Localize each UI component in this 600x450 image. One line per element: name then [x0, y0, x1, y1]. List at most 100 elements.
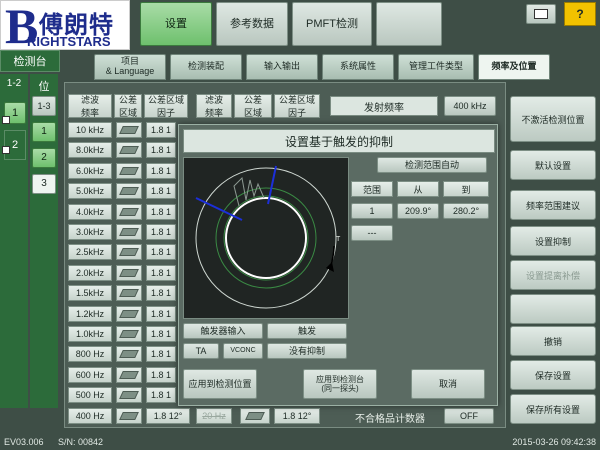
frequency-cell[interactable]: 6.0kHz [68, 163, 112, 179]
frequency-cell[interactable]: 600 Hz [68, 367, 112, 383]
green-ring-inner [223, 195, 309, 281]
tolerance-factor-cell[interactable]: 1.8 1 [146, 306, 176, 322]
tolerance-factor-cell[interactable]: 1.8 1 [146, 224, 176, 240]
tolerance-zone-cell[interactable] [116, 204, 142, 220]
position-item-3[interactable]: 3 [32, 174, 56, 194]
tolerance-zone-cell[interactable] [116, 142, 142, 158]
transmit-freq-value[interactable]: 400 kHz [444, 96, 496, 116]
tolerance-factor-cell[interactable]: 1.8 1 [146, 346, 176, 362]
tab-manage-part-types[interactable]: 管理工件类型 [398, 54, 474, 80]
tolerance-zone-cell[interactable] [116, 244, 142, 260]
range-row-index[interactable]: 1 [351, 203, 393, 219]
position-item-2[interactable]: 2 [32, 148, 56, 168]
checkbox-1-icon[interactable] [2, 116, 10, 124]
frequency-value: 2.0kHz [75, 268, 104, 278]
tolerance-zone-cell[interactable] [116, 306, 142, 322]
empty-top-tab[interactable] [376, 2, 442, 46]
header-tolerance-zone-1: 公差 区域 [114, 94, 142, 118]
tolerance-zone-cell[interactable] [116, 326, 142, 342]
side-button-1[interactable]: 不激活检测位置 [510, 96, 596, 142]
side-button-7[interactable]: 撤销 [510, 326, 596, 356]
side-button-6[interactable] [510, 294, 596, 324]
tab-test-assembly[interactable]: 检测装配 [170, 54, 242, 80]
tab-pmft-test[interactable]: PMFT检测 [292, 2, 372, 46]
frequency-cell[interactable]: 2.5kHz [68, 244, 112, 260]
tolerance-zone-cell[interactable] [116, 163, 142, 179]
side-button-4[interactable]: 设置抑制 [510, 226, 596, 256]
range-row-to[interactable]: 280.2° [443, 203, 489, 219]
direction-arrow-icon [326, 262, 334, 272]
tolerance-zone-icon [245, 412, 265, 420]
frequency-cell[interactable]: 1.5kHz [68, 285, 112, 301]
tolerance-zone-cell[interactable] [116, 367, 142, 383]
frequency-cell[interactable]: 500 Hz [68, 387, 112, 403]
tolerance-factor-cell[interactable]: 1.8 1 [146, 142, 176, 158]
frequency-value: 6.0kHz [75, 166, 104, 176]
frequency-cell[interactable]: 2.0kHz [68, 265, 112, 281]
frequency-cell[interactable]: 1.2kHz [68, 306, 112, 322]
tolerance-factor-cell[interactable]: 1.8 1 [146, 367, 176, 383]
apply-position-button[interactable]: 应用到检测位置 [183, 369, 257, 399]
tolerance-factor-cell[interactable]: 1.8 1 [146, 326, 176, 342]
tolerance-zone-cell[interactable] [116, 387, 142, 403]
apply-station-button[interactable]: 应用到检测台 (同一探头) [303, 369, 377, 399]
tolerance-factor-value: 1.8 1 [150, 166, 172, 176]
side-button-2[interactable]: 默认设置 [510, 150, 596, 180]
bottom-mid-freq[interactable]: 20 Hz [196, 408, 232, 424]
print-button[interactable] [526, 4, 556, 24]
side-button-9[interactable]: 保存所有设置 [510, 394, 596, 424]
tolerance-zone-cell[interactable] [116, 224, 142, 240]
frequency-cell[interactable]: 800 Hz [68, 346, 112, 362]
tolerance-factor-cell[interactable]: 1.8 1 [146, 285, 176, 301]
frequency-cell[interactable]: 5.0kHz [68, 183, 112, 199]
side-button-3[interactable]: 频率范围建议 [510, 190, 596, 220]
tolerance-zone-cell[interactable] [116, 265, 142, 281]
tolerance-zone-cell[interactable] [116, 346, 142, 362]
position-item-1[interactable]: 1 [32, 122, 56, 142]
tab-system-properties[interactable]: 系统属性 [322, 54, 394, 80]
side-button-8[interactable]: 保存设置 [510, 360, 596, 390]
tolerance-factor-cell[interactable]: 1.8 1 [146, 387, 176, 403]
tolerance-zone-cell[interactable] [116, 122, 142, 138]
tolerance-factor-cell[interactable]: 1.8 1 [146, 163, 176, 179]
tab-reference-data[interactable]: 参考数据 [216, 2, 288, 46]
tolerance-zone-icon [119, 248, 139, 256]
side-button-5[interactable]: 设置提离补偿 [510, 260, 596, 290]
range-dash-button[interactable]: --- [351, 225, 393, 241]
range-row-from[interactable]: 209.9° [397, 203, 439, 219]
frequency-value: 400 Hz [75, 411, 105, 421]
frequency-cell[interactable]: 3.0kHz [68, 224, 112, 240]
tab-project-language[interactable]: 项目 & Language [94, 54, 166, 80]
tolerance-factor-cell[interactable]: 1.8 1 [146, 265, 176, 281]
no-suppress-button[interactable]: 没有抑制 [267, 343, 347, 359]
tolerance-factor-cell[interactable]: 1.8 12° [146, 408, 190, 424]
frequency-cell[interactable]: 4.0kHz [68, 204, 112, 220]
tolerance-factor-cell[interactable]: 1.8 1 [146, 204, 176, 220]
cancel-button[interactable]: 取消 [411, 369, 485, 399]
frequency-cell[interactable]: 1.0kHz [68, 326, 112, 342]
tab-io[interactable]: 输入输出 [246, 54, 318, 80]
tolerance-factor-value: 1.8 1 [150, 370, 172, 380]
tolerance-zone-cell[interactable] [116, 285, 142, 301]
tab-settings[interactable]: 设置 [140, 2, 212, 46]
tolerance-factor-cell[interactable]: 1.8 1 [146, 244, 176, 260]
vconc-button[interactable]: VCONC [223, 343, 263, 359]
frequency-cell[interactable]: 400 Hz [68, 408, 112, 424]
checkbox-2-icon[interactable] [2, 146, 10, 154]
help-button[interactable]: ? [564, 2, 596, 26]
tolerance-zone-cell[interactable] [116, 183, 142, 199]
frequency-cell[interactable]: 10 kHz [68, 122, 112, 138]
ta-button[interactable]: TA [183, 343, 219, 359]
bottom-tolerance-zone-2[interactable] [240, 408, 270, 424]
frequency-cell[interactable]: 8.0kHz [68, 142, 112, 158]
tab-frequency-position[interactable]: 频率及位置 [478, 54, 550, 80]
tolerance-factor-cell[interactable]: 1.8 1 [146, 183, 176, 199]
tolerance-zone-cell[interactable] [116, 408, 142, 424]
outer-ring [195, 167, 337, 309]
range-auto-button[interactable]: 检测范围自动 [377, 157, 487, 173]
tolerance-factor-cell[interactable]: 1.8 1 [146, 122, 176, 138]
reject-counter-value[interactable]: OFF [444, 408, 494, 424]
bottom-factor-2[interactable]: 1.8 12° [274, 408, 320, 424]
station-item-2[interactable]: 2 [4, 130, 26, 160]
position-item-1-3[interactable]: 1-3 [32, 96, 56, 116]
